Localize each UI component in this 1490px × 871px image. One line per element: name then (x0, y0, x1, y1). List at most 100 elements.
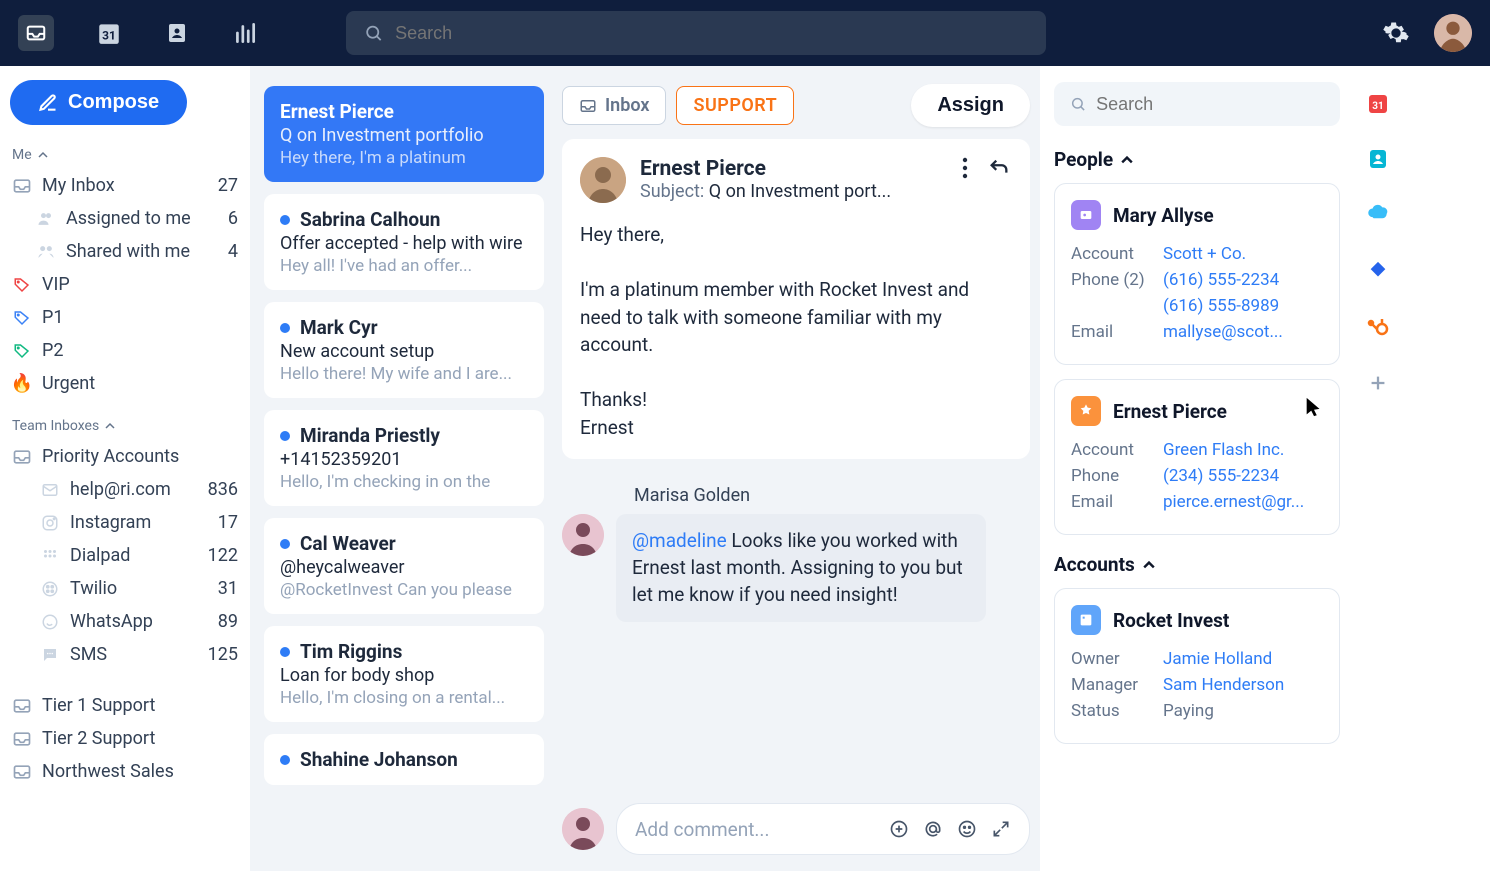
support-tag[interactable]: SUPPORT (676, 86, 794, 125)
rail-hubspot-icon[interactable] (1365, 314, 1391, 340)
conv-subject: +14152359201 (280, 449, 528, 470)
sidebar-whatsapp[interactable]: WhatsApp89 (8, 605, 242, 638)
account-card[interactable]: Rocket InvestOwnerJamie HollandManagerSa… (1054, 588, 1340, 744)
twilio-icon (40, 579, 60, 599)
whatsapp-icon (40, 612, 60, 632)
expand-icon[interactable] (991, 819, 1011, 839)
more-icon[interactable] (962, 157, 968, 179)
right-panel: People Mary AllyseAccountScott + Co.Phon… (1040, 66, 1350, 871)
comment-input[interactable]: Add comment... (616, 803, 1030, 855)
settings-icon[interactable] (1382, 19, 1410, 47)
person-card[interactable]: Ernest PierceAccountGreen Flash Inc.Phon… (1054, 379, 1340, 535)
card-field: StatusPaying (1071, 701, 1323, 721)
rail-jira-icon[interactable] (1365, 258, 1391, 284)
sidebar-shared-with-me[interactable]: Shared with me4 (8, 235, 242, 268)
conversation-card[interactable]: Shahine Johanson (264, 734, 544, 785)
conversation-card[interactable]: Cal Weaver@heycalweaver@RocketInvest Can… (264, 518, 544, 614)
nav-contacts-icon[interactable] (164, 20, 190, 46)
section-team-inboxes[interactable]: Team Inboxes (8, 412, 242, 440)
global-search-input[interactable] (395, 23, 1028, 44)
sender-avatar (580, 157, 626, 203)
rail-contacts-icon[interactable] (1365, 146, 1391, 172)
field-value[interactable]: (234) 555-2234 (1163, 466, 1279, 486)
sidebar-sms[interactable]: SMS125 (8, 638, 242, 671)
reply-icon[interactable] (986, 157, 1012, 179)
conversation-card[interactable]: Mark CyrNew account setupHello there! My… (264, 302, 544, 398)
conv-preview: Hello, I'm checking in on the (280, 472, 528, 492)
card-field: (616) 555-8989 (1071, 296, 1323, 316)
panel-search[interactable] (1054, 82, 1340, 126)
conv-subject: New account setup (280, 341, 528, 362)
conversation-detail: Inbox SUPPORT Assign Ernest Pierce Subje… (550, 66, 1040, 871)
panel-search-input[interactable] (1096, 94, 1324, 115)
inbox-dropdown[interactable]: Inbox (562, 86, 666, 125)
sidebar-twilio[interactable]: Twilio31 (8, 572, 242, 605)
compose-label: Compose (68, 91, 159, 114)
sidebar-tag-urgent[interactable]: 🔥 Urgent (8, 367, 242, 400)
sender-name: Ernest Pierce (640, 157, 948, 181)
conv-name: Shahine Johanson (300, 748, 458, 771)
conversation-card[interactable]: Sabrina CalhounOffer accepted - help wit… (264, 194, 544, 290)
sidebar-tier2[interactable]: Tier 2 Support (8, 722, 242, 755)
sidebar-dialpad[interactable]: Dialpad122 (8, 539, 242, 572)
sidebar-assigned-to-me[interactable]: Assigned to me6 (8, 202, 242, 235)
field-key: Manager (1071, 675, 1163, 695)
sidebar-northwest[interactable]: Northwest Sales (8, 755, 242, 788)
field-value[interactable]: (616) 555-8989 (1163, 296, 1279, 316)
sidebar-tier1[interactable]: Tier 1 Support (8, 689, 242, 722)
chevron-up-icon (105, 421, 115, 431)
card-field: ManagerSam Henderson (1071, 675, 1323, 695)
sidebar-my-inbox[interactable]: My Inbox27 (8, 169, 242, 202)
conversation-card[interactable]: Tim RigginsLoan for body shopHello, I'm … (264, 626, 544, 722)
field-value[interactable]: Scott + Co. (1163, 244, 1246, 264)
rail-add-icon[interactable] (1365, 370, 1391, 396)
field-key: Owner (1071, 649, 1163, 669)
field-value[interactable]: (616) 555-2234 (1163, 270, 1279, 290)
global-search[interactable] (346, 11, 1046, 55)
rail-calendar-icon[interactable]: 31 (1365, 90, 1391, 116)
conv-name: Ernest Pierce (280, 100, 394, 123)
sidebar-help-email[interactable]: help@ri.com836 (8, 473, 242, 506)
field-value[interactable]: Jamie Holland (1163, 649, 1272, 669)
conversation-card[interactable]: Miranda Priestly+14152359201Hello, I'm c… (264, 410, 544, 506)
sidebar-tag-p2[interactable]: P2 (8, 334, 242, 367)
assign-button[interactable]: Assign (911, 84, 1030, 127)
mention-icon[interactable] (923, 819, 943, 839)
conv-preview: @RocketInvest Can you please (280, 580, 528, 600)
nav-icons: 31 (18, 15, 258, 51)
add-icon[interactable] (889, 819, 909, 839)
comment-placeholder: Add comment... (635, 818, 769, 841)
card-field: Emailmallyse@scot... (1071, 322, 1323, 342)
nav-analytics-icon[interactable] (232, 20, 258, 46)
accounts-section[interactable]: Accounts (1054, 553, 1340, 576)
conv-subject: Offer accepted - help with wire (280, 233, 528, 254)
svg-text:31: 31 (1372, 101, 1383, 112)
field-key: Account (1071, 440, 1163, 460)
sidebar-instagram[interactable]: Instagram17 (8, 506, 242, 539)
card-field: Emailpierce.ernest@gr... (1071, 492, 1323, 512)
user-avatar[interactable] (1434, 14, 1472, 52)
rail-salesforce-icon[interactable] (1365, 202, 1391, 228)
card-name: Ernest Pierce (1113, 400, 1227, 423)
conversation-card[interactable]: Ernest PierceQ on Investment portfolioHe… (264, 86, 544, 182)
sidebar-priority-accounts[interactable]: Priority Accounts (8, 440, 242, 473)
unread-dot (280, 431, 290, 441)
field-value[interactable]: Green Flash Inc. (1163, 440, 1284, 460)
field-key: Email (1071, 322, 1163, 342)
nav-inbox-icon[interactable] (18, 15, 54, 51)
field-value[interactable]: pierce.ernest@gr... (1163, 492, 1304, 512)
nav-calendar-icon[interactable]: 31 (96, 20, 122, 46)
person-card[interactable]: Mary AllyseAccountScott + Co.Phone (2)(6… (1054, 183, 1340, 365)
search-icon (364, 23, 383, 43)
sidebar-tag-p1[interactable]: P1 (8, 301, 242, 334)
field-value[interactable]: Sam Henderson (1163, 675, 1284, 695)
sidebar-tag-vip[interactable]: VIP (8, 268, 242, 301)
compose-button[interactable]: Compose (10, 80, 187, 125)
field-value[interactable]: Paying (1163, 701, 1214, 721)
field-key: Email (1071, 492, 1163, 512)
thread-comment: @madeline Looks like you worked with Ern… (562, 514, 1030, 622)
emoji-icon[interactable] (957, 819, 977, 839)
people-section[interactable]: People (1054, 148, 1340, 171)
section-me[interactable]: Me (8, 141, 242, 169)
field-value[interactable]: mallyse@scot... (1163, 322, 1283, 342)
